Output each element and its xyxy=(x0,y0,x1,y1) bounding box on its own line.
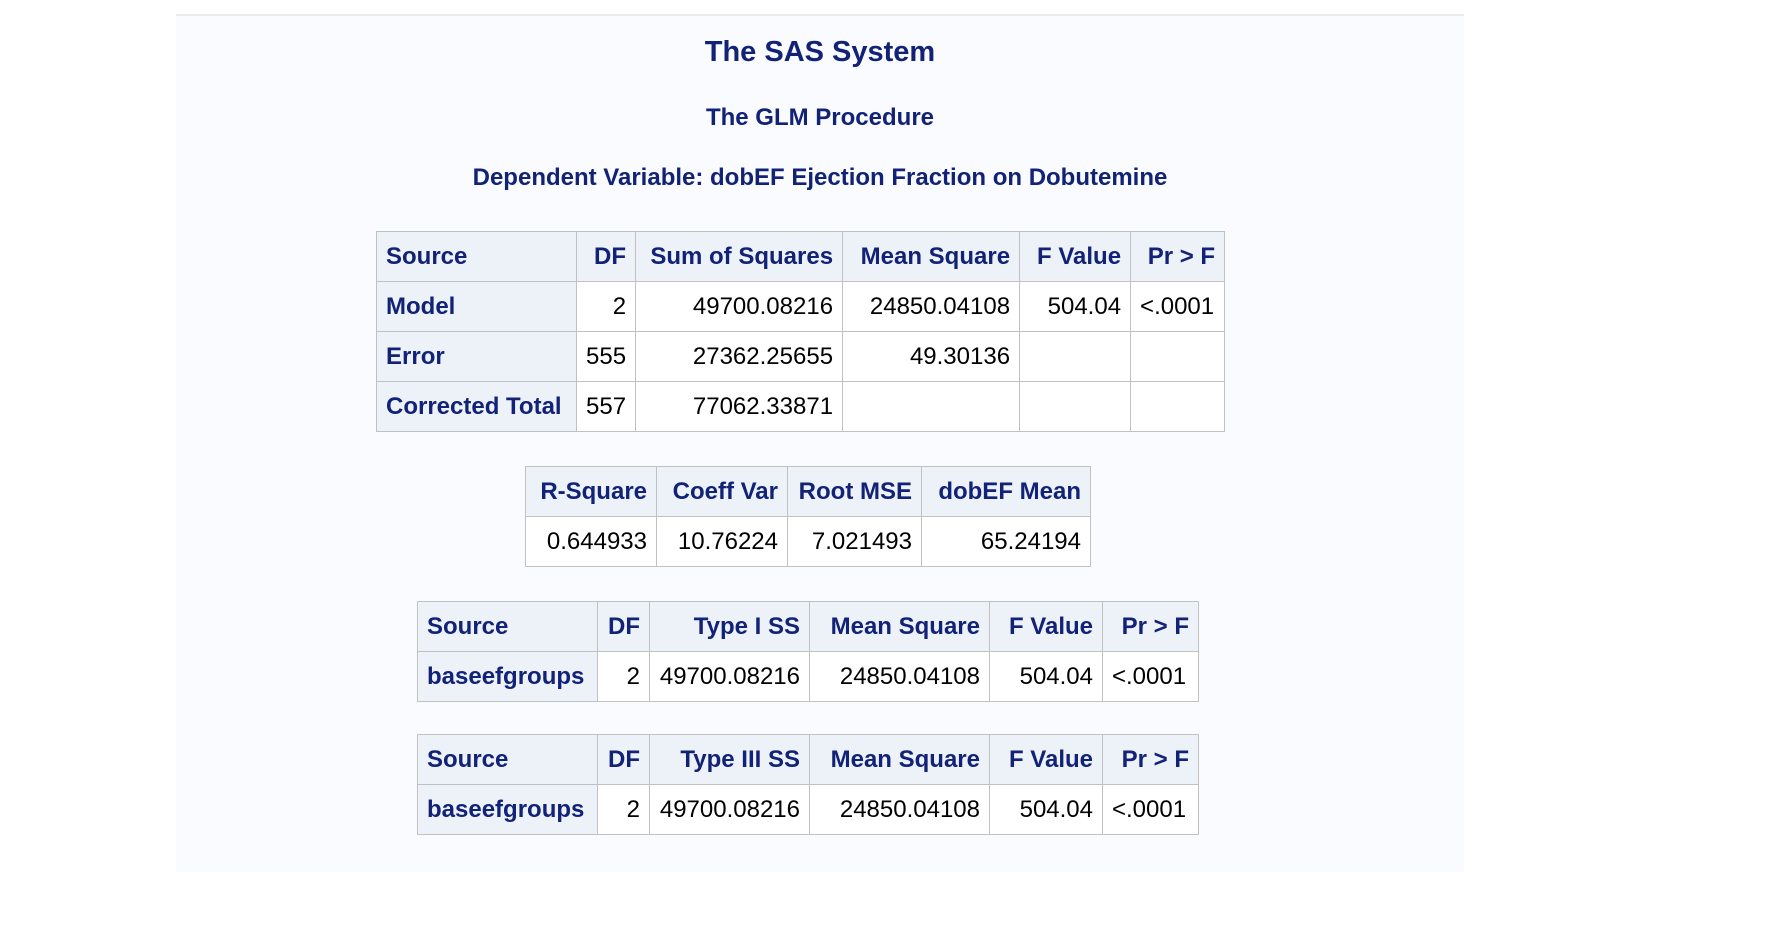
row-header-source: Error xyxy=(376,331,577,382)
cell-pr-f: <.0001 xyxy=(1130,281,1226,332)
cell-root-mse: 7.021493 xyxy=(787,516,922,567)
column-header-pr-f: Pr > F xyxy=(1130,231,1226,282)
column-header-type-iii-ss: Type III SS xyxy=(649,734,810,785)
cell-mean-square: 24850.04108 xyxy=(809,784,990,835)
procedure-title: The GLM Procedure xyxy=(705,104,935,131)
cell-pr-f xyxy=(1130,381,1226,432)
cell-f-value: 504.04 xyxy=(1019,281,1132,332)
dependent-variable-title: Dependent Variable: dobEF Ejection Fract… xyxy=(472,164,1168,191)
fit-statistics-table: R-Square Coeff Var Root MSE dobEF Mean 0… xyxy=(525,466,1091,567)
sas-output-panel: The SAS System The GLM Procedure Depende… xyxy=(176,14,1464,872)
column-header-mean-square: Mean Square xyxy=(809,601,990,652)
column-header-source: Source xyxy=(417,734,598,785)
row-header-source: baseefgroups xyxy=(417,651,598,702)
column-header-coeff-var: Coeff Var xyxy=(656,466,788,517)
cell-df: 2 xyxy=(597,784,650,835)
table-row: 0.644933 10.76224 7.021493 65.24194 xyxy=(525,516,1091,567)
column-header-pr-f: Pr > F xyxy=(1102,734,1199,785)
cell-df: 555 xyxy=(575,331,637,382)
cell-dobef-mean: 65.24194 xyxy=(921,516,1091,567)
row-header-source: Corrected Total xyxy=(376,381,577,432)
column-header-df: DF xyxy=(597,601,650,652)
cell-df: 2 xyxy=(575,281,637,332)
cell-sum-of-squares: 77062.33871 xyxy=(635,381,844,432)
column-header-sum-of-squares: Sum of Squares xyxy=(635,231,844,282)
cell-sum-of-squares: 27362.25655 xyxy=(635,331,844,382)
anova-table: Source DF Sum of Squares Mean Square F V… xyxy=(376,231,1226,432)
column-header-f-value: F Value xyxy=(1019,231,1132,282)
table-row: Error 555 27362.25655 49.30136 xyxy=(376,331,1226,382)
column-header-f-value: F Value xyxy=(989,601,1103,652)
column-header-mean-square: Mean Square xyxy=(842,231,1021,282)
column-header-dobef-mean: dobEF Mean xyxy=(921,466,1091,517)
column-header-source: Source xyxy=(417,601,598,652)
table-header-row: Source DF Type III SS Mean Square F Valu… xyxy=(417,734,1199,785)
cell-pr-f: <.0001 xyxy=(1102,784,1199,835)
column-header-root-mse: Root MSE xyxy=(787,466,922,517)
table-header-row: Source DF Type I SS Mean Square F Value … xyxy=(417,601,1199,652)
cell-type-iii-ss: 49700.08216 xyxy=(649,784,810,835)
cell-f-value xyxy=(1019,381,1132,432)
column-header-mean-square: Mean Square xyxy=(809,734,990,785)
cell-mean-square: 24850.04108 xyxy=(809,651,990,702)
cell-f-value: 504.04 xyxy=(989,784,1103,835)
column-header-df: DF xyxy=(575,231,637,282)
cell-mean-square: 49.30136 xyxy=(842,331,1021,382)
cell-df: 2 xyxy=(597,651,650,702)
column-header-type-i-ss: Type I SS xyxy=(649,601,810,652)
cell-mean-square xyxy=(842,381,1021,432)
column-header-pr-f: Pr > F xyxy=(1102,601,1199,652)
column-header-source: Source xyxy=(376,231,577,282)
table-header-row: Source DF Sum of Squares Mean Square F V… xyxy=(376,231,1226,282)
table-row: Model 2 49700.08216 24850.04108 504.04 <… xyxy=(376,281,1226,332)
column-header-r-square: R-Square xyxy=(525,466,657,517)
table-row: Corrected Total 557 77062.33871 xyxy=(376,381,1226,432)
table-header-row: R-Square Coeff Var Root MSE dobEF Mean xyxy=(525,466,1091,517)
cell-f-value: 504.04 xyxy=(989,651,1103,702)
column-header-df: DF xyxy=(597,734,650,785)
cell-r-square: 0.644933 xyxy=(525,516,657,567)
cell-mean-square: 24850.04108 xyxy=(842,281,1021,332)
cell-pr-f: <.0001 xyxy=(1102,651,1199,702)
table-row: baseefgroups 2 49700.08216 24850.04108 5… xyxy=(417,651,1199,702)
cell-sum-of-squares: 49700.08216 xyxy=(635,281,844,332)
type-iii-ss-table: Source DF Type III SS Mean Square F Valu… xyxy=(417,734,1199,835)
cell-f-value xyxy=(1019,331,1132,382)
table-row: baseefgroups 2 49700.08216 24850.04108 5… xyxy=(417,784,1199,835)
cell-coeff-var: 10.76224 xyxy=(656,516,788,567)
cell-pr-f xyxy=(1130,331,1226,382)
page-title: The SAS System xyxy=(704,36,936,68)
type-i-ss-table: Source DF Type I SS Mean Square F Value … xyxy=(417,601,1199,702)
row-header-source: baseefgroups xyxy=(417,784,598,835)
column-header-f-value: F Value xyxy=(989,734,1103,785)
cell-type-i-ss: 49700.08216 xyxy=(649,651,810,702)
cell-df: 557 xyxy=(575,381,637,432)
row-header-source: Model xyxy=(376,281,577,332)
